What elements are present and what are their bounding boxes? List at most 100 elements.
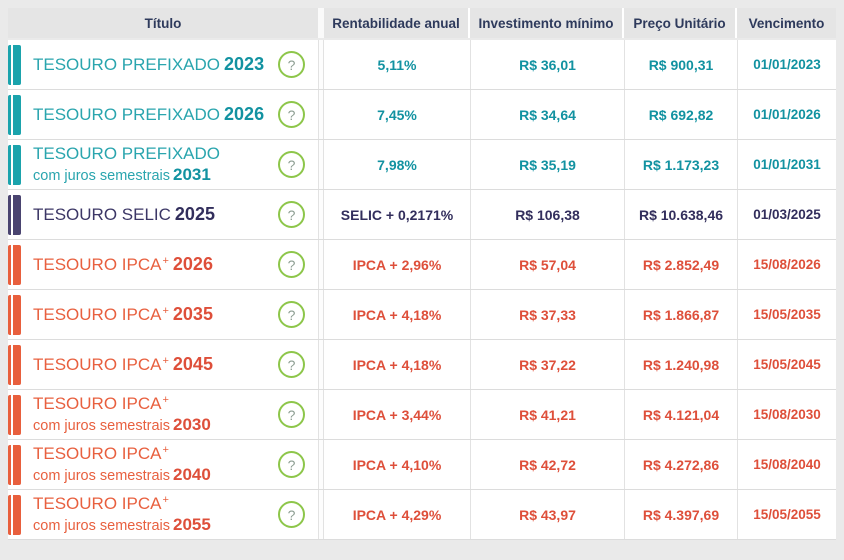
bond-title-link[interactable]: TESOURO IPCA+2045 [33, 354, 213, 375]
unit-price-cell: R$ 4.397,69 [624, 490, 737, 539]
due-date-cell: 01/01/2031 [737, 140, 836, 189]
unit-price-cell: R$ 2.852,49 [624, 240, 737, 289]
bond-year: 2055 [173, 515, 211, 534]
bond-year: 2026 [173, 254, 213, 274]
unit-price-cell: R$ 10.638,46 [624, 190, 737, 239]
min-investment-cell: R$ 106,38 [470, 190, 624, 239]
bond-row: TESOURO IPCA+2035?IPCA + 4,18%R$ 37,33R$… [8, 290, 836, 340]
question-mark-icon: ? [288, 358, 296, 372]
column-header-preco-unitario: Preço Unitário [624, 8, 737, 38]
bond-subtitle-text: com juros semestrais [33, 518, 170, 534]
titulo-cell: TESOURO IPCA+2045? [8, 340, 318, 389]
bond-year: 2035 [173, 304, 213, 324]
unit-price-cell: R$ 4.121,04 [624, 390, 737, 439]
due-date-cell: 15/05/2045 [737, 340, 836, 389]
bond-title-link[interactable]: TESOURO PREFIXADO2026 [33, 104, 264, 125]
bond-title: TESOURO PREFIXADO2026 [33, 104, 264, 125]
plus-superscript: + [162, 394, 168, 406]
bond-title-link[interactable]: TESOURO PREFIXADO2023 [33, 54, 264, 75]
bond-title: TESOURO PREFIXADO [33, 144, 220, 164]
bond-color-bar [8, 45, 21, 85]
bond-title: TESOURO SELIC2025 [33, 204, 215, 225]
due-date-cell: 15/08/2040 [737, 440, 836, 489]
bond-color-bar [8, 445, 21, 485]
plus-superscript: + [162, 305, 168, 317]
due-date-cell: 01/01/2026 [737, 90, 836, 139]
help-button[interactable]: ? [278, 401, 305, 428]
bond-name: TESOURO SELIC [33, 205, 171, 224]
help-button[interactable]: ? [278, 251, 305, 278]
help-button[interactable]: ? [278, 451, 305, 478]
help-button[interactable]: ? [278, 51, 305, 78]
column-header-investimento-minimo: Investimento mínimo [470, 8, 624, 38]
titulo-cell: TESOURO PREFIXADO2023? [8, 40, 318, 89]
bond-subtitle-text: com juros semestrais [33, 468, 170, 484]
bond-title-link[interactable]: TESOURO PREFIXADOcom juros semestrais203… [33, 144, 220, 184]
bond-title: TESOURO IPCA+ [33, 444, 211, 464]
bond-name: TESOURO IPCA [33, 494, 161, 513]
question-mark-icon: ? [288, 508, 296, 522]
help-button[interactable]: ? [278, 151, 305, 178]
question-mark-icon: ? [288, 58, 296, 72]
plus-superscript: + [162, 494, 168, 506]
bond-table: Título Rentabilidade anual Investimento … [8, 8, 836, 540]
help-button[interactable]: ? [278, 101, 305, 128]
bond-color-bar [8, 95, 21, 135]
bond-name: TESOURO IPCA [33, 255, 161, 274]
annual-rate-cell: IPCA + 3,44% [324, 390, 470, 439]
min-investment-cell: R$ 36,01 [470, 40, 624, 89]
help-button[interactable]: ? [278, 201, 305, 228]
help-button[interactable]: ? [278, 301, 305, 328]
min-investment-cell: R$ 37,33 [470, 290, 624, 339]
unit-price-cell: R$ 1.866,87 [624, 290, 737, 339]
bond-title-link[interactable]: TESOURO IPCA+2026 [33, 254, 213, 275]
bond-row: TESOURO IPCA+2026?IPCA + 2,96%R$ 57,04R$… [8, 240, 836, 290]
unit-price-cell: R$ 692,82 [624, 90, 737, 139]
bond-row: TESOURO PREFIXADO2026?7,45%R$ 34,64R$ 69… [8, 90, 836, 140]
bond-title-link[interactable]: TESOURO IPCA+com juros semestrais2055 [33, 494, 211, 534]
bond-year: 2026 [224, 104, 264, 124]
bond-year: 2025 [175, 204, 215, 224]
bond-subtitle-text: com juros semestrais [33, 168, 170, 184]
bond-title-link[interactable]: TESOURO IPCA+com juros semestrais2030 [33, 394, 211, 434]
titulo-cell: TESOURO IPCA+com juros semestrais2055? [8, 490, 318, 539]
question-mark-icon: ? [288, 208, 296, 222]
bond-year: 2023 [224, 54, 264, 74]
question-mark-icon: ? [288, 408, 296, 422]
titulo-cell: TESOURO IPCA+2026? [8, 240, 318, 289]
unit-price-cell: R$ 1.240,98 [624, 340, 737, 389]
bond-row: TESOURO SELIC2025?SELIC + 0,2171%R$ 106,… [8, 190, 836, 240]
bond-color-bar [8, 245, 21, 285]
titulo-cell: TESOURO SELIC2025? [8, 190, 318, 239]
help-button[interactable]: ? [278, 501, 305, 528]
help-button[interactable]: ? [278, 351, 305, 378]
bond-year: 2040 [173, 465, 211, 484]
due-date-cell: 15/05/2055 [737, 490, 836, 539]
due-date-cell: 15/08/2026 [737, 240, 836, 289]
bond-title: TESOURO IPCA+ [33, 494, 211, 514]
bond-name: TESOURO IPCA [33, 355, 161, 374]
plus-superscript: + [162, 444, 168, 456]
bond-title: TESOURO IPCA+ [33, 394, 211, 414]
unit-price-cell: R$ 1.173,23 [624, 140, 737, 189]
annual-rate-cell: IPCA + 2,96% [324, 240, 470, 289]
min-investment-cell: R$ 57,04 [470, 240, 624, 289]
bond-title-link[interactable]: TESOURO IPCA+2035 [33, 304, 213, 325]
question-mark-icon: ? [288, 308, 296, 322]
bond-rows: TESOURO PREFIXADO2023?5,11%R$ 36,01R$ 90… [8, 40, 836, 540]
min-investment-cell: R$ 42,72 [470, 440, 624, 489]
question-mark-icon: ? [288, 458, 296, 472]
bond-subtitle: com juros semestrais2055 [33, 515, 211, 535]
bond-year: 2031 [173, 165, 211, 184]
bond-subtitle: com juros semestrais2040 [33, 465, 211, 485]
bond-subtitle: com juros semestrais2031 [33, 165, 220, 185]
bond-row: TESOURO IPCA+2045?IPCA + 4,18%R$ 37,22R$… [8, 340, 836, 390]
question-mark-icon: ? [288, 258, 296, 272]
bond-year: 2045 [173, 354, 213, 374]
bond-color-bar [8, 345, 21, 385]
bond-title-link[interactable]: TESOURO SELIC2025 [33, 204, 215, 225]
question-mark-icon: ? [288, 158, 296, 172]
bond-title-link[interactable]: TESOURO IPCA+com juros semestrais2040 [33, 444, 211, 484]
titulo-cell: TESOURO PREFIXADOcom juros semestrais203… [8, 140, 318, 189]
titulo-cell: TESOURO PREFIXADO2026? [8, 90, 318, 139]
